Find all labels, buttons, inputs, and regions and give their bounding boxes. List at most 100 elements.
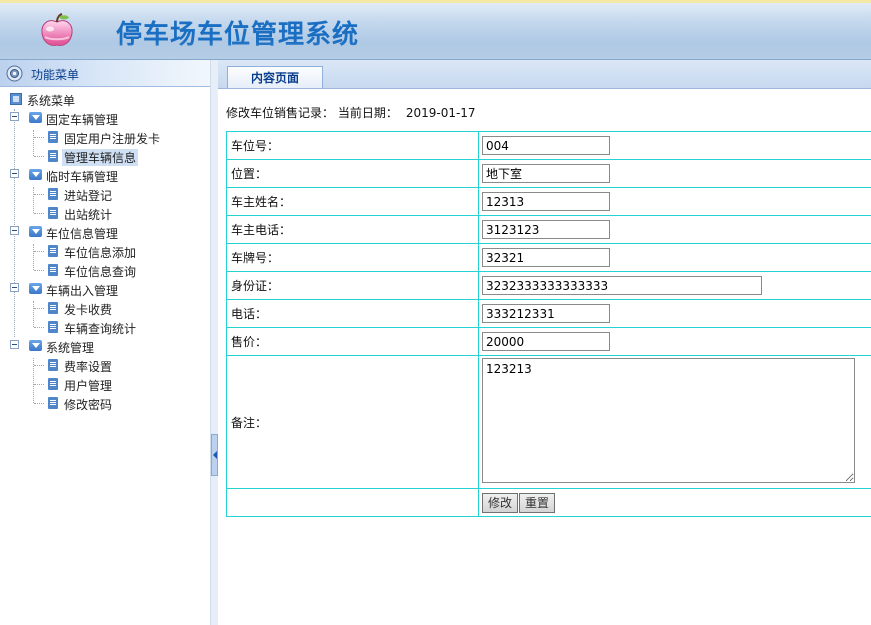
form-row: 备注： 123213 <box>226 355 871 489</box>
tree-connector <box>33 301 34 327</box>
space-number-input[interactable] <box>482 136 610 155</box>
form-row: 车牌号： <box>226 243 871 272</box>
tree-connector <box>34 137 44 138</box>
folder-icon <box>29 226 42 237</box>
owner-name-input[interactable] <box>482 192 610 211</box>
remark-textarea[interactable]: 123213 <box>482 358 855 483</box>
menu-item-label: 车位信息查询 <box>64 265 137 279</box>
tree-connector <box>33 130 34 156</box>
sidebar-header-label: 功能菜单 <box>31 68 80 82</box>
page-icon <box>48 397 58 409</box>
folder-icon <box>29 112 42 123</box>
field-label: 车主姓名： <box>226 187 479 216</box>
page-icon <box>48 245 58 257</box>
menu-group-label: 车辆出入管理 <box>46 284 119 298</box>
header-shine <box>0 41 871 59</box>
field-cell <box>478 327 871 356</box>
plate-number-input[interactable] <box>482 248 610 267</box>
field-label: 车位号： <box>226 131 479 160</box>
menu-root-label: 系统菜单 <box>27 94 76 108</box>
record-title: 修改车位销售记录： 当前日期： <box>226 106 398 120</box>
field-label: 售价： <box>226 327 479 356</box>
folder-icon <box>29 169 42 180</box>
field-cell: 123213 <box>478 355 871 489</box>
menu-item-label: 进站登记 <box>64 189 113 203</box>
tree-connector <box>34 213 44 214</box>
tab-content-page[interactable]: 内容页面 <box>227 66 323 88</box>
record-heading: 修改车位销售记录： 当前日期： 2019-01-17 <box>226 104 476 121</box>
tree-connector <box>34 365 44 366</box>
form-row: 身份证： <box>226 271 871 300</box>
page-icon <box>48 264 58 276</box>
tree-connector <box>33 187 34 213</box>
phone-input[interactable] <box>482 304 610 323</box>
tab-bar: 内容页面 <box>218 60 871 89</box>
tree-connector <box>34 251 44 252</box>
tree-connector <box>34 156 44 157</box>
page-icon <box>48 188 58 200</box>
menu-item-label: 车辆查询统计 <box>64 322 137 336</box>
collapse-toggle-icon[interactable] <box>10 169 19 178</box>
modify-button[interactable]: 修改 <box>482 492 519 513</box>
gear-icon <box>6 65 23 82</box>
menu-group-label: 固定车辆管理 <box>46 113 119 127</box>
menu-item-label: 费率设置 <box>64 360 113 374</box>
field-label: 车牌号： <box>226 243 479 272</box>
header-top-stripe <box>0 0 871 3</box>
collapse-sidebar-icon[interactable] <box>211 434 218 476</box>
page-icon <box>48 207 58 219</box>
owner-phone-input[interactable] <box>482 220 610 239</box>
tree-connector <box>34 308 44 309</box>
field-cell <box>478 271 871 300</box>
sidebar: 功能菜单 系统菜单 固定车辆管理 固定用户注册发卡 管理车辆信息 临时车辆管理 … <box>0 60 211 625</box>
current-date: 2019-01-17 <box>405 106 476 120</box>
tree-connector <box>34 270 44 271</box>
tree-connector <box>33 244 34 270</box>
tree-connector <box>34 327 44 328</box>
sidebar-header: 功能菜单 <box>0 60 210 87</box>
form-row: 车主电话： <box>226 215 871 244</box>
field-cell <box>478 159 871 188</box>
tree-connector <box>14 109 15 337</box>
menu-item-label: 修改密码 <box>64 398 113 412</box>
collapse-toggle-icon[interactable] <box>10 283 19 292</box>
folder-icon <box>29 340 42 351</box>
app-header: 停车场车位管理系统 <box>0 0 871 60</box>
main-content: 内容页面 修改车位销售记录： 当前日期： 2019-01-17 车位号： 位置： … <box>218 60 871 625</box>
id-card-input[interactable] <box>482 276 762 295</box>
collapse-toggle-icon[interactable] <box>10 112 19 121</box>
price-input[interactable] <box>482 332 610 351</box>
form-row: 车主姓名： <box>226 187 871 216</box>
menu-item-label: 车位信息添加 <box>64 246 137 260</box>
menu-group-label: 临时车辆管理 <box>46 170 119 184</box>
field-label: 位置： <box>226 159 479 188</box>
menu-item-label: 固定用户注册发卡 <box>64 132 161 146</box>
collapse-toggle-icon[interactable] <box>10 340 19 349</box>
edit-form-table: 车位号： 位置： 车主姓名： 车主电话： 车牌号： 身份证： 电话： 售价： <box>226 131 871 517</box>
menu-root-icon <box>10 93 22 105</box>
menu-group-label: 系统管理 <box>46 341 95 355</box>
menu-item-label: 出站统计 <box>64 208 113 222</box>
page-icon <box>48 302 58 314</box>
location-input[interactable] <box>482 164 610 183</box>
field-label: 电话： <box>226 299 479 328</box>
menu-item-label: 用户管理 <box>64 379 113 393</box>
form-row: 电话： <box>226 299 871 328</box>
field-label-empty <box>226 488 479 517</box>
field-label: 备注： <box>226 355 479 489</box>
button-cell: 修改 重置 <box>478 488 871 517</box>
reset-button[interactable]: 重置 <box>519 492 556 513</box>
field-cell <box>478 215 871 244</box>
menu-item-label: 发卡收费 <box>64 303 113 317</box>
field-cell <box>478 187 871 216</box>
menu-group-label: 车位信息管理 <box>46 227 119 241</box>
field-label: 身份证： <box>226 271 479 300</box>
collapse-toggle-icon[interactable] <box>10 226 19 235</box>
tree-connector <box>34 194 44 195</box>
menu-item-label: 管理车辆信息 <box>62 149 139 166</box>
field-label: 车主电话： <box>226 215 479 244</box>
page-icon <box>48 359 58 371</box>
field-cell <box>478 299 871 328</box>
form-row: 位置： <box>226 159 871 188</box>
page-icon <box>48 131 58 143</box>
